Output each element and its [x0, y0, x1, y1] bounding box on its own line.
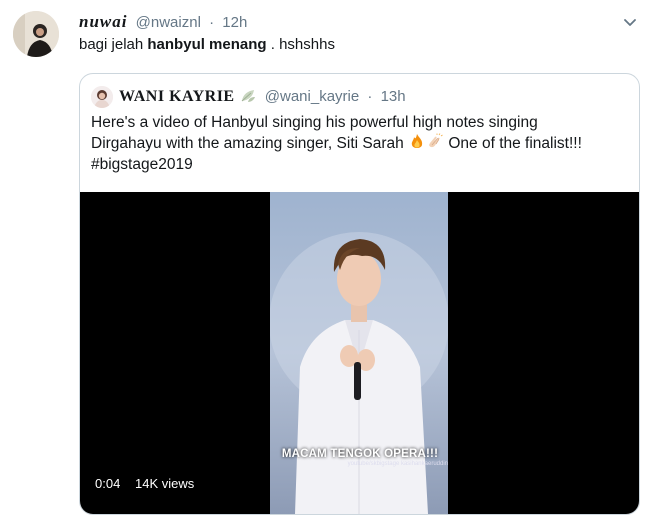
tweet-text-start: bagi jelah	[79, 36, 148, 53]
quoted-tweet[interactable]: WANI KAYRIE @wani_kayrie · 13h Here's a …	[79, 73, 640, 515]
tweet-header: nuwai @nwaiznl · 12h	[79, 12, 247, 33]
quoted-text-line1: Here's a video of Hanbyul singing his po…	[91, 114, 538, 131]
video-caption: MACAM TENGOK OPERA!!!	[281, 448, 439, 460]
display-name[interactable]: nuwai	[79, 12, 127, 31]
tweet-text: bagi jelah hanbyul menang . hshshhs	[79, 35, 335, 55]
quoted-header: WANI KAYRIE @wani_kayrie · 13h	[119, 87, 406, 107]
quoted-display-name[interactable]: WANI KAYRIE	[119, 88, 235, 105]
quoted-avatar[interactable]	[91, 86, 113, 108]
quoted-text-line2-end: One of the finalist!!!	[444, 135, 582, 152]
quoted-text: Here's a video of Hanbyul singing his po…	[91, 112, 631, 175]
fire-emoji	[408, 133, 426, 151]
video-player[interactable]: MACAM TENGOK OPERA!!! youtube/skbigstage…	[80, 192, 639, 514]
video-views-badge: 14K views	[129, 474, 201, 494]
user-handle[interactable]: @nwaiznl	[136, 14, 201, 31]
leaf-icon	[239, 88, 257, 104]
chevron-down-icon[interactable]	[620, 12, 640, 32]
quoted-handle[interactable]: @wani_kayrie	[265, 88, 359, 105]
tweet-text-end: . hshshhs	[266, 36, 335, 53]
separator-dot: ·	[209, 14, 215, 31]
video-credit: youtube/skbigstage kasihankaeruddin	[347, 461, 448, 467]
quoted-separator: ·	[367, 88, 373, 105]
quoted-text-line2-start: Dirgahayu with the amazing singer, Siti …	[91, 135, 409, 152]
avatar[interactable]	[13, 11, 59, 57]
avatar-image	[13, 11, 59, 57]
quoted-timestamp[interactable]: 13h	[381, 88, 406, 105]
video-duration-badge: 0:04	[89, 474, 127, 494]
tweet-text-bold: hanbyul menang	[147, 36, 267, 53]
clapping-hands-emoji	[426, 133, 444, 151]
tweet-timestamp[interactable]: 12h	[222, 14, 247, 31]
hashtag-link[interactable]: #bigstage2019	[91, 156, 193, 173]
